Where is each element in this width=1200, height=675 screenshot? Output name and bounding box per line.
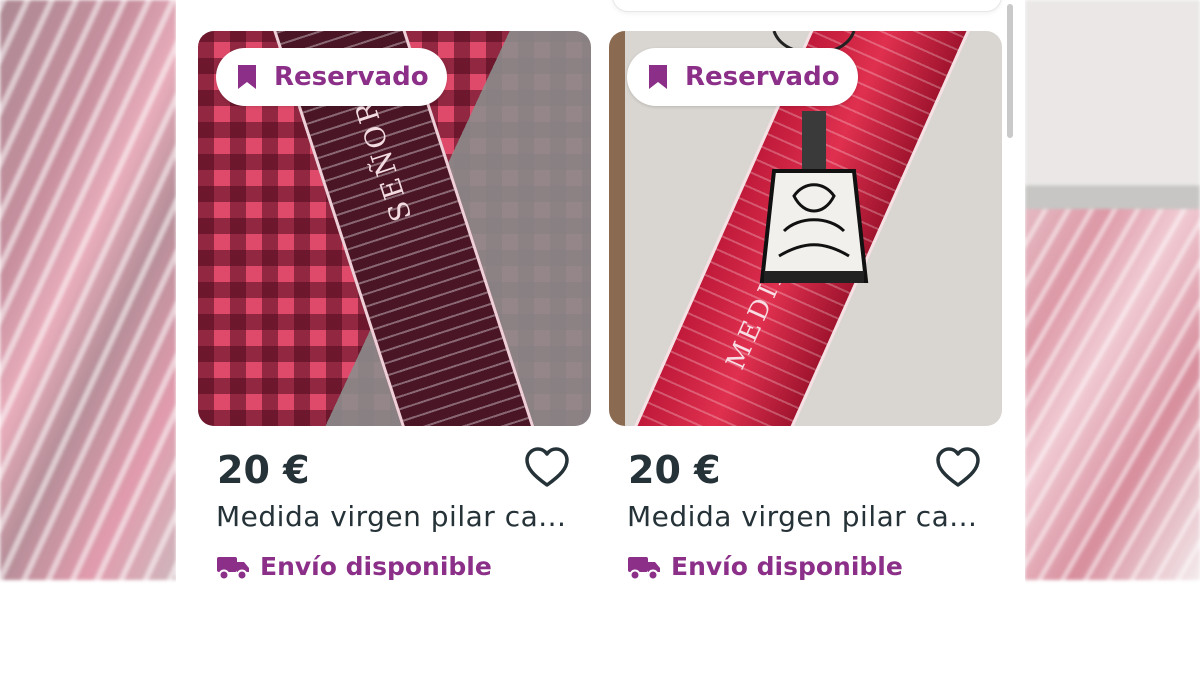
background-blur-right xyxy=(1025,0,1200,580)
listing-card[interactable]: MEDIDA Reservado 20 € xyxy=(609,31,1002,516)
listing-title[interactable]: Medida virgen pilar ca... xyxy=(627,500,977,533)
listing-title[interactable]: Medida virgen pilar ca... xyxy=(216,500,566,533)
heart-outline-icon[interactable] xyxy=(523,444,571,492)
bookmark-icon xyxy=(238,65,256,89)
heart-outline-icon[interactable] xyxy=(934,444,982,492)
listing-card[interactable]: SEÑOR Reservado 20 € xyxy=(198,31,591,516)
shipping-label: Envío disponible xyxy=(260,552,492,581)
price: 20 € xyxy=(628,448,721,492)
shipping-info: Envío disponible xyxy=(627,552,903,581)
image-text: SEÑOR xyxy=(347,93,419,226)
scrollbar[interactable] xyxy=(1007,4,1013,138)
background-blur-left xyxy=(0,0,176,580)
previous-card-edge xyxy=(612,0,1002,12)
listing-image[interactable]: SEÑOR Reservado xyxy=(198,31,591,426)
badge-label: Reservado xyxy=(274,62,429,92)
truck-icon xyxy=(628,556,660,580)
shipping-label: Envío disponible xyxy=(671,552,903,581)
bookmark-icon xyxy=(649,65,667,89)
badge-label: Reservado xyxy=(685,62,840,92)
shipping-info: Envío disponible xyxy=(216,552,492,581)
truck-icon xyxy=(217,556,249,580)
price: 20 € xyxy=(217,448,310,492)
reserved-badge: Reservado xyxy=(216,48,447,106)
reserved-badge: Reservado xyxy=(627,48,858,106)
listing-image[interactable]: MEDIDA Reservado xyxy=(609,31,1002,426)
